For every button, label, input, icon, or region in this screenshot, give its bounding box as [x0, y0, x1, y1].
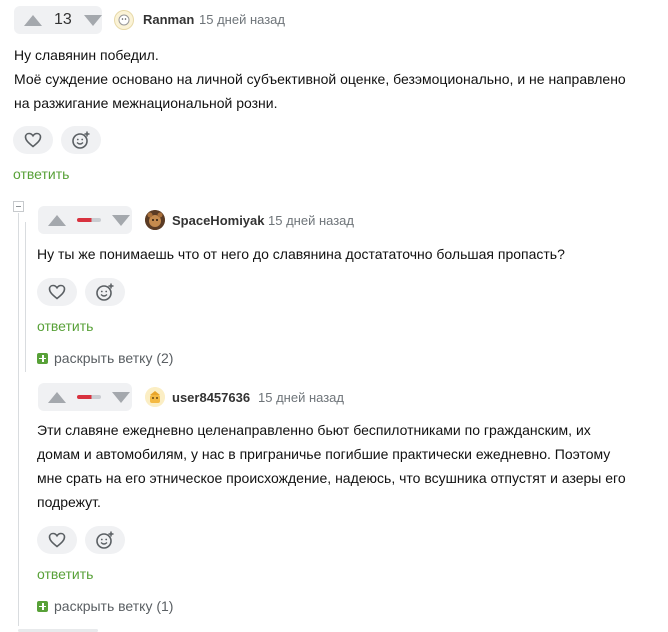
- expand-thread-button[interactable]: раскрыть ветку (1): [37, 598, 173, 614]
- smiley-plus-icon: [72, 131, 90, 149]
- timestamp[interactable]: 15 дней назад: [199, 12, 285, 27]
- branch-line[interactable]: [18, 213, 19, 626]
- reaction-button[interactable]: [61, 126, 101, 154]
- username[interactable]: Ranman: [143, 12, 194, 27]
- vote-control: [38, 206, 132, 234]
- rating-bar: [77, 218, 101, 222]
- plus-square-icon: [37, 352, 48, 364]
- expand-thread-button[interactable]: раскрыть ветку (2): [37, 350, 173, 366]
- rating-bar: [77, 395, 101, 399]
- username[interactable]: user8457636: [172, 390, 250, 405]
- like-button[interactable]: [37, 278, 77, 306]
- reaction-button[interactable]: [85, 278, 125, 306]
- comment-text: Ну ты же понимаешь что от него до славян…: [37, 242, 657, 266]
- heart-icon: [48, 284, 66, 300]
- expand-thread-label: раскрыть ветку (2): [54, 350, 174, 366]
- vote-count: 13: [54, 11, 72, 28]
- comment-line: домам и автомобилям, у нас в приграничье…: [37, 446, 611, 462]
- heart-icon: [48, 532, 66, 548]
- vote-control: [38, 383, 132, 411]
- timestamp[interactable]: 15 дней назад: [268, 213, 354, 228]
- avatar[interactable]: [145, 387, 165, 407]
- arrow-up-icon[interactable]: [24, 14, 42, 26]
- comment-line: Моё суждение основано на личной субъекти…: [14, 71, 626, 87]
- branch-line[interactable]: [25, 222, 26, 372]
- reaction-button[interactable]: [85, 526, 125, 554]
- comment-line: на разжигание межнациональной розни.: [14, 95, 278, 111]
- like-button[interactable]: [13, 126, 53, 154]
- comment-line: Ну ты же понимаешь что от него до славян…: [37, 246, 565, 262]
- heart-icon: [24, 132, 42, 148]
- arrow-up-icon[interactable]: [48, 391, 66, 403]
- reply-link[interactable]: ответить: [37, 566, 93, 582]
- comment-text: Ну славянин победил. Моё суждение основа…: [14, 43, 654, 115]
- expand-thread-label: раскрыть ветку (1): [54, 598, 174, 614]
- reply-link[interactable]: ответить: [13, 166, 69, 182]
- smiley-plus-icon: [96, 283, 114, 301]
- avatar[interactable]: [114, 10, 134, 30]
- comment-text: Эти славяне ежедневно целенаправленно бь…: [37, 418, 662, 514]
- smiley-plus-icon: [96, 531, 114, 549]
- timestamp[interactable]: 15 дней назад: [258, 390, 344, 405]
- minus-square-icon[interactable]: [13, 201, 24, 212]
- username[interactable]: SpaceHomiyak: [172, 213, 265, 228]
- plus-square-icon: [37, 600, 48, 612]
- comment-line: подрежут.: [37, 494, 101, 510]
- arrow-down-icon[interactable]: [83, 14, 102, 26]
- arrow-up-icon[interactable]: [48, 214, 66, 226]
- reply-link[interactable]: ответить: [37, 318, 93, 334]
- comment-line: мне срать на его этническое происхождени…: [37, 470, 626, 486]
- arrow-down-icon[interactable]: [112, 214, 130, 226]
- comment-line: Эти славяне ежедневно целенаправленно бь…: [37, 422, 591, 438]
- arrow-down-icon[interactable]: [112, 391, 130, 403]
- avatar[interactable]: [145, 210, 165, 230]
- comment-line: Ну славянин победил.: [14, 47, 159, 63]
- like-button[interactable]: [37, 526, 77, 554]
- vote-control: 13: [14, 6, 102, 34]
